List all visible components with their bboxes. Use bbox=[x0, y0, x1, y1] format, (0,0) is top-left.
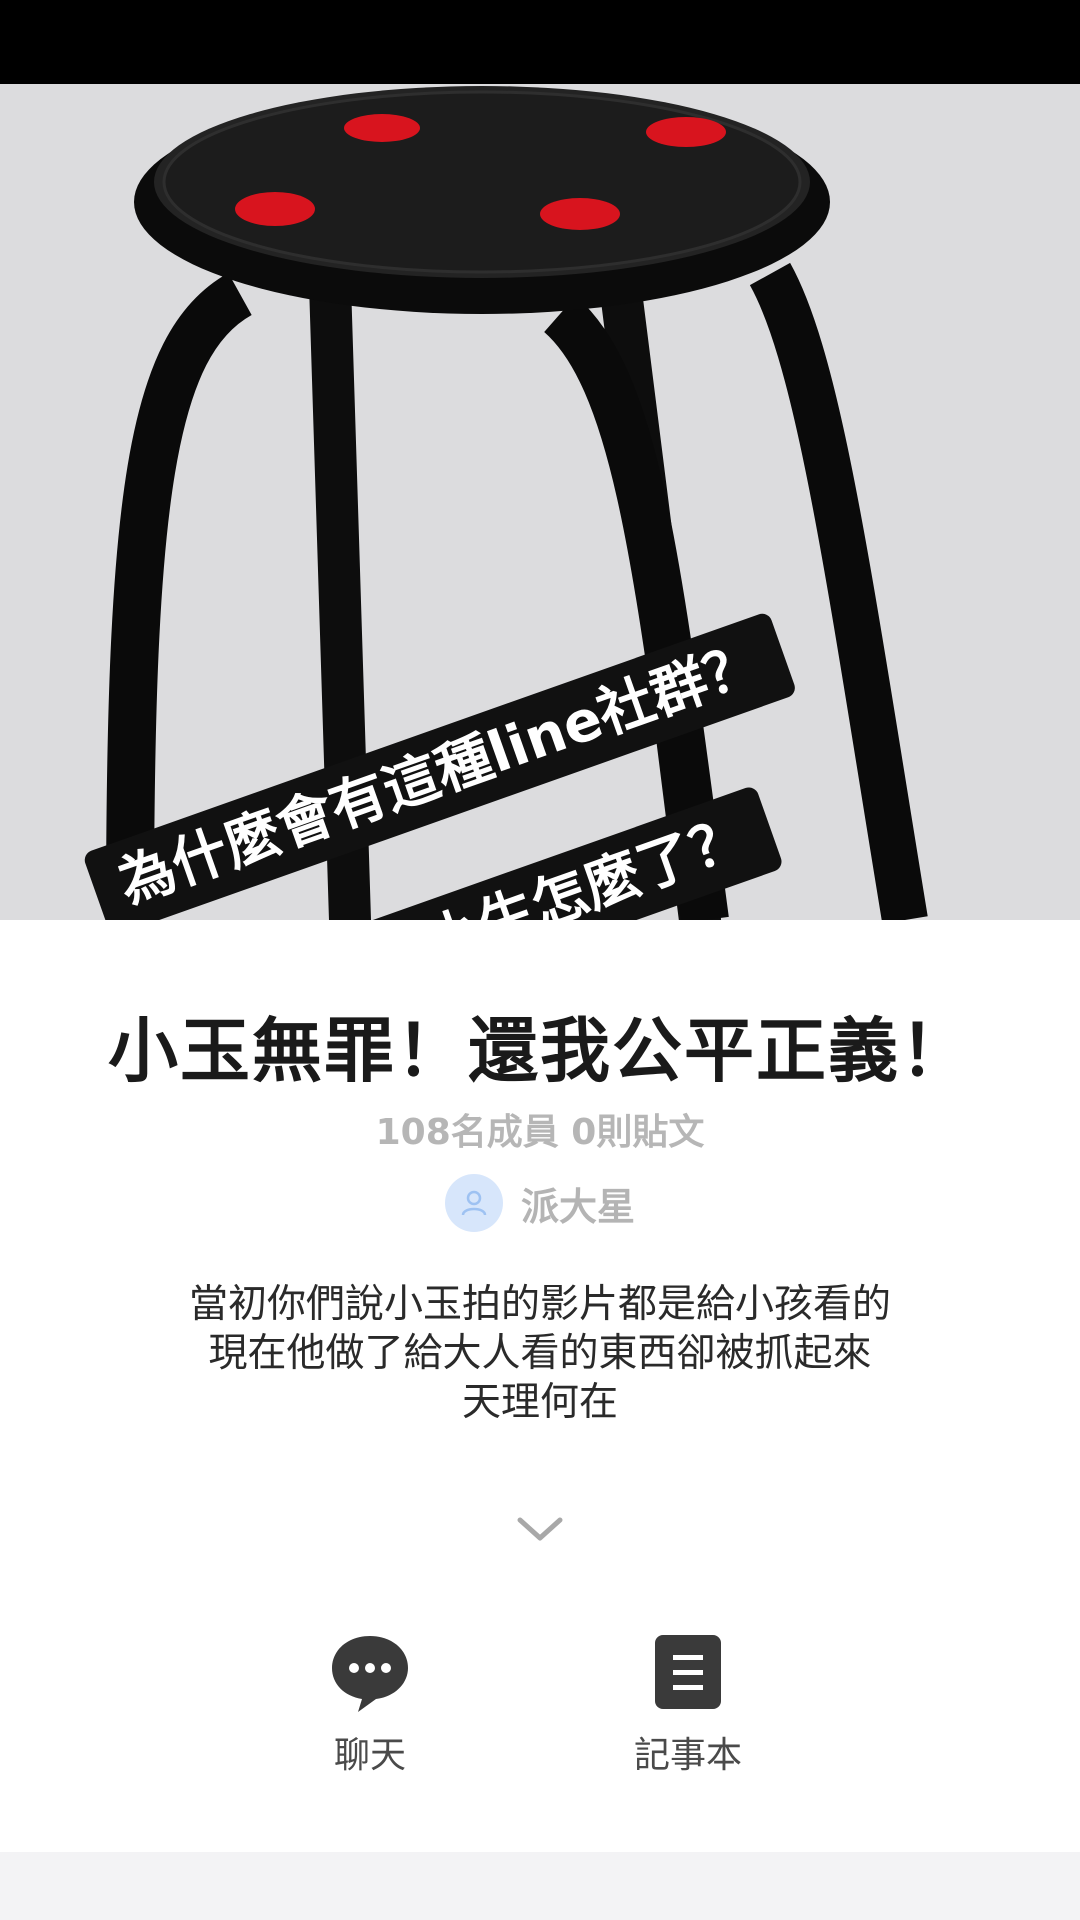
notes-button[interactable]: 記事本 bbox=[588, 1630, 788, 1778]
chat-button[interactable]: 聊天 bbox=[270, 1630, 470, 1778]
footer-strip bbox=[0, 1852, 1080, 1920]
notes-label: 記事本 bbox=[633, 1735, 742, 1776]
chevron-down-icon[interactable] bbox=[512, 1514, 568, 1544]
group-description: 當初你們說小玉拍的影片都是給小孩看的 現在他做了給大人看的東西卻被抓起來 天理何… bbox=[0, 1280, 1080, 1427]
notebook-icon bbox=[655, 1635, 721, 1709]
description-line: 天理何在 bbox=[461, 1380, 618, 1425]
cover-image: 為什麼會有這種line社群？ 現在的國小生怎麼了？ bbox=[0, 84, 1080, 920]
description-line: 現在他做了給大人看的東西卻被抓起來 bbox=[208, 1331, 872, 1376]
creator-row[interactable]: 派大星 bbox=[0, 1172, 1080, 1234]
action-bar: 聊天 記事本 bbox=[0, 1590, 1080, 1850]
stool-illustration bbox=[106, 86, 928, 920]
group-title: 小玉無罪！還我公平正義！ bbox=[108, 1010, 972, 1092]
status-bar bbox=[0, 0, 1080, 84]
default-user-icon bbox=[444, 1174, 503, 1232]
creator-name: 派大星 bbox=[520, 1184, 635, 1229]
chat-bubble-icon bbox=[332, 1636, 408, 1712]
chat-label: 聊天 bbox=[333, 1735, 406, 1776]
group-meta: 108名成員 0則貼文 bbox=[375, 1112, 705, 1153]
description-line: 當初你們說小玉拍的影片都是給小孩看的 bbox=[188, 1282, 891, 1327]
